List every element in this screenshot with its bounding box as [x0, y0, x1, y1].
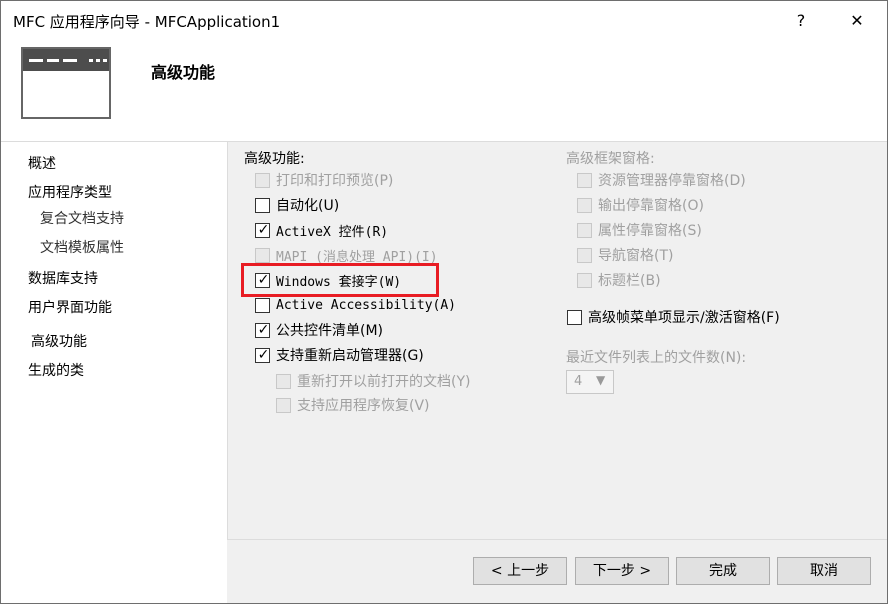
print-preview-checkbox[interactable]: 打印和打印预览(P) — [255, 169, 393, 191]
reopen-documents-checkbox[interactable]: 重新打开以前打开的文档(Y) — [276, 370, 470, 392]
checkbox-label: 自动化(U) — [276, 198, 340, 214]
advanced-frame-menu-checkbox[interactable]: 高级帧菜单项显示/激活窗格(F) — [567, 306, 780, 328]
checkbox-label: 公共控件清单(M) — [276, 323, 384, 339]
checkbox-box: ✓ — [255, 321, 270, 338]
next-button[interactable]: 下一步 > — [575, 557, 669, 585]
page-title: 高级功能 — [151, 63, 216, 82]
sidebar-item-application-type[interactable]: 应用程序类型 — [1, 181, 254, 205]
checkbox-label: Active Accessibility(A) — [276, 297, 457, 313]
output-pane-checkbox[interactable]: 输出停靠窗格(O) — [577, 194, 704, 216]
navigation-pane-checkbox[interactable]: 导航窗格(T) — [577, 244, 673, 266]
title-bar: MFC 应用程序向导 - MFCApplication1 ? ✕ — [1, 1, 887, 41]
advanced-features-heading: 高级功能: — [244, 151, 305, 167]
wizard-window: MFC 应用程序向导 - MFCApplication1 ? ✕ 高级功能 概述… — [0, 0, 888, 604]
explorer-pane-checkbox[interactable]: 资源管理器停靠窗格(D) — [577, 169, 746, 191]
mru-count-select[interactable]: 4 ▼ — [566, 370, 614, 394]
checkbox-box — [255, 197, 270, 213]
back-button[interactable]: < 上一步 — [473, 557, 567, 585]
common-controls-manifest-checkbox[interactable]: ✓ 公共控件清单(M) — [255, 319, 383, 341]
window-title: MFC 应用程序向导 - MFCApplication1 — [13, 13, 281, 31]
checkbox-label: MAPI (消息处理 API)(I) — [276, 249, 438, 265]
checkbox-label: 高级帧菜单项显示/激活窗格(F) — [588, 310, 780, 326]
cancel-button[interactable]: 取消 — [777, 557, 871, 585]
checkbox-box — [577, 272, 592, 288]
check-icon: ✓ — [257, 321, 270, 338]
close-button[interactable]: ✕ — [843, 9, 871, 33]
checkbox-box — [577, 172, 592, 188]
highlight-box — [241, 263, 439, 297]
restart-manager-checkbox[interactable]: ✓ 支持重新启动管理器(G) — [255, 344, 424, 366]
properties-pane-checkbox[interactable]: 属性停靠窗格(S) — [577, 219, 702, 241]
chevron-down-icon: ▼ — [596, 373, 606, 387]
sidebar-item-advanced-features[interactable]: 高级功能 — [1, 330, 257, 354]
checkbox-box — [577, 222, 592, 238]
checkbox-box — [567, 309, 582, 325]
mru-count-label: 最近文件列表上的文件数(N): — [566, 350, 747, 366]
check-icon: ✓ — [257, 346, 270, 363]
finish-button[interactable]: 完成 — [676, 557, 770, 585]
application-recovery-checkbox[interactable]: 支持应用程序恢复(V) — [276, 394, 430, 416]
checkbox-box — [255, 247, 270, 263]
checkbox-label: 属性停靠窗格(S) — [598, 223, 702, 239]
sidebar-item-generated-classes[interactable]: 生成的类 — [1, 359, 254, 383]
check-icon: ✓ — [257, 221, 270, 238]
checkbox-label: ActiveX 控件(R) — [276, 224, 389, 240]
checkbox-label: 输出停靠窗格(O) — [598, 198, 704, 214]
checkbox-box: ✓ — [255, 221, 270, 238]
mru-count-value: 4 — [574, 374, 583, 389]
checkbox-box — [255, 172, 270, 188]
checkbox-box — [577, 197, 592, 213]
sidebar-item-overview[interactable]: 概述 — [1, 152, 254, 176]
checkbox-label: 支持应用程序恢复(V) — [297, 398, 430, 414]
window-page-icon — [21, 47, 111, 119]
checkbox-label: 重新打开以前打开的文档(Y) — [297, 374, 471, 390]
checkbox-label: 标题栏(B) — [598, 273, 661, 289]
checkbox-box — [276, 373, 291, 389]
checkbox-label: 打印和打印预览(P) — [276, 173, 394, 189]
frame-panes-heading: 高级框架窗格: — [566, 151, 655, 167]
activex-controls-checkbox[interactable]: ✓ ActiveX 控件(R) — [255, 219, 388, 241]
sidebar-item-database[interactable]: 数据库支持 — [1, 267, 254, 291]
help-button[interactable]: ? — [787, 9, 815, 33]
sidebar-item-ui-features[interactable]: 用户界面功能 — [1, 296, 254, 320]
checkbox-label: 支持重新启动管理器(G) — [276, 348, 424, 364]
caption-bar-checkbox[interactable]: 标题栏(B) — [577, 269, 661, 291]
checkbox-box — [276, 397, 291, 413]
active-accessibility-checkbox[interactable]: Active Accessibility(A) — [255, 294, 456, 316]
page-header: 高级功能 — [1, 41, 887, 142]
checkbox-box — [255, 297, 270, 313]
automation-checkbox[interactable]: 自动化(U) — [255, 194, 339, 216]
checkbox-box: ✓ — [255, 346, 270, 363]
sidebar: 概述 应用程序类型 复合文档支持 文档模板属性 数据库支持 用户界面功能 高级功… — [1, 142, 227, 603]
checkbox-label: 资源管理器停靠窗格(D) — [598, 173, 746, 189]
checkbox-label: 导航窗格(T) — [598, 248, 674, 264]
checkbox-box — [577, 247, 592, 263]
